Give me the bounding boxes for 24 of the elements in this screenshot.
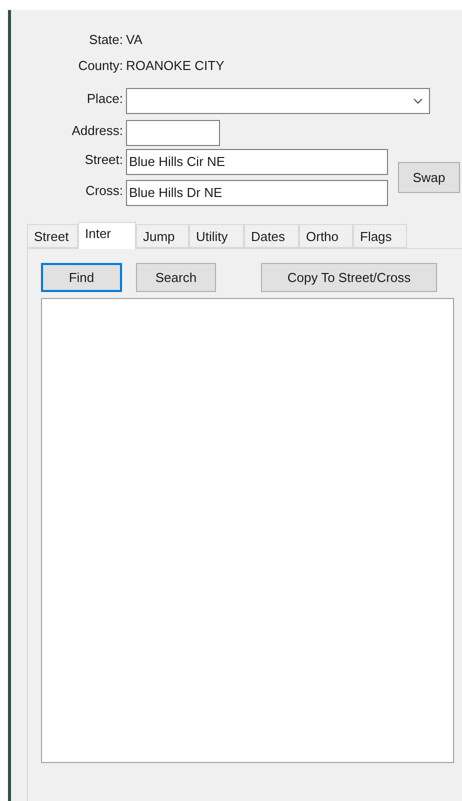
- chevron-down-icon: [413, 98, 423, 104]
- action-button[interactable]: Search: [136, 263, 216, 292]
- input-field[interactable]: Blue Hills Cir NE: [126, 149, 388, 175]
- tab[interactable]: Dates: [244, 224, 299, 248]
- field-label: Cross:: [85, 183, 123, 199]
- field-label: County:: [78, 58, 123, 74]
- action-button[interactable]: Copy To Street/Cross: [261, 263, 437, 292]
- swap-button[interactable]: Swap: [398, 162, 460, 193]
- place-dropdown[interactable]: [126, 88, 430, 114]
- field-label: Street:: [84, 152, 123, 168]
- tab[interactable]: Jump: [136, 224, 189, 248]
- tab[interactable]: Inter: [78, 222, 136, 249]
- tab[interactable]: Street: [27, 224, 78, 248]
- tab[interactable]: Utility: [189, 224, 244, 248]
- field-value: VA: [126, 32, 142, 48]
- field-value: ROANOKE CITY: [126, 58, 224, 74]
- action-button[interactable]: Find: [41, 263, 122, 292]
- field-label: State:: [89, 32, 123, 48]
- field-label: Address:: [72, 123, 123, 139]
- tab[interactable]: Flags: [353, 224, 407, 248]
- field-label: Place:: [86, 91, 123, 107]
- input-field[interactable]: [126, 120, 220, 146]
- tab[interactable]: Ortho: [299, 224, 353, 248]
- input-field[interactable]: Blue Hills Dr NE: [126, 180, 388, 206]
